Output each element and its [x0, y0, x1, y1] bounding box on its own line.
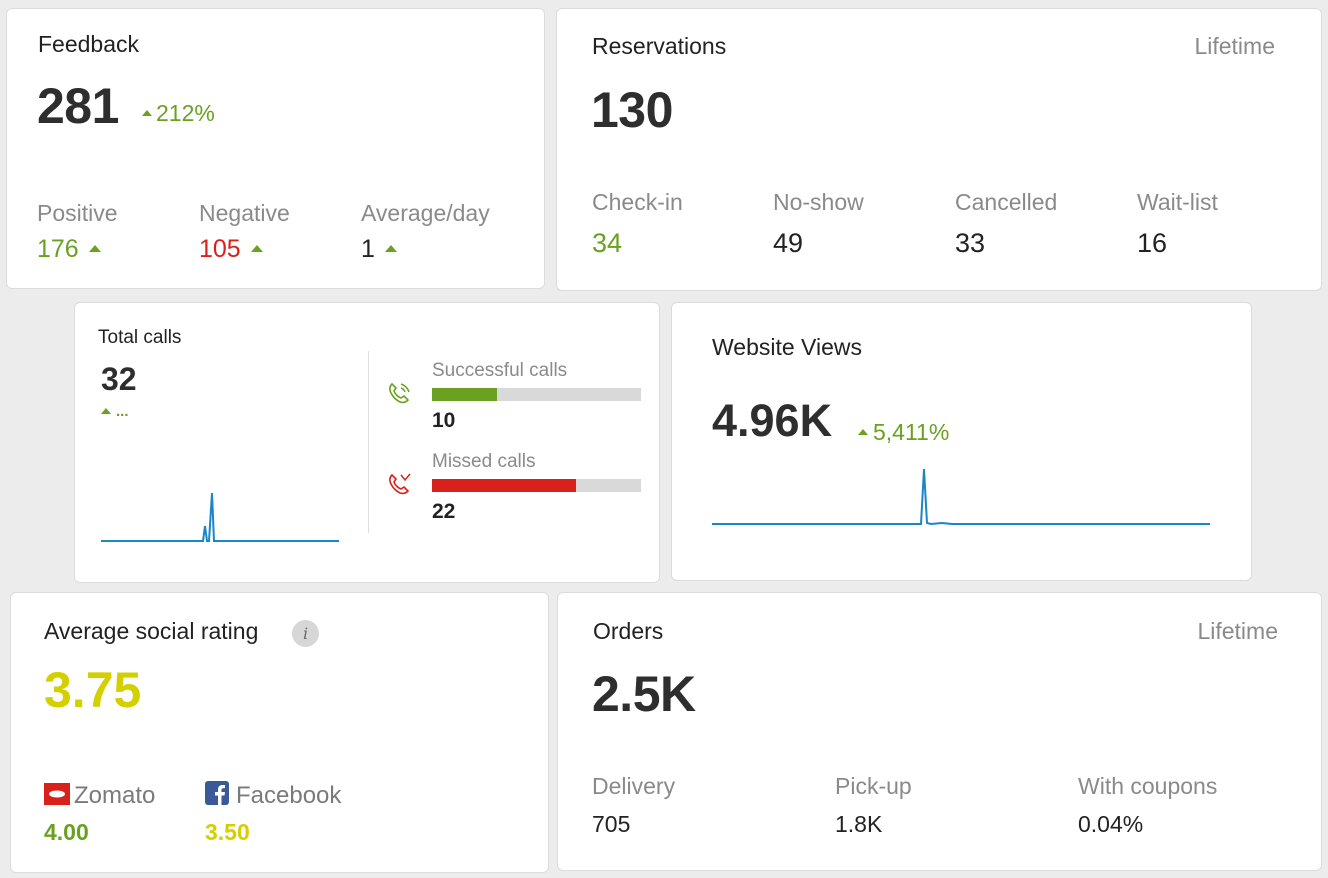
calls-sparkline — [101, 492, 339, 542]
trend-up-icon — [142, 109, 152, 116]
successful-calls-label: Successful calls — [432, 360, 568, 381]
delivery-label: Delivery — [592, 773, 676, 799]
phone-incoming-icon — [389, 382, 410, 404]
positive-value: 176 — [37, 235, 101, 264]
successful-calls-value: 10 — [432, 409, 456, 432]
reservations-total: 130 — [591, 82, 673, 138]
facebook-label: Facebook — [236, 782, 342, 809]
reservations-period: Lifetime — [1194, 33, 1275, 59]
calls-title: Total calls — [98, 327, 182, 348]
website-views-card[interactable]: Website Views 4.96K 5,411% — [671, 302, 1252, 581]
website-views-change: 5,411% — [858, 419, 949, 446]
pickup-label: Pick-up — [835, 773, 912, 799]
trend-up-icon — [101, 407, 111, 414]
zomato-rating: 4.00 — [44, 819, 89, 845]
divider — [368, 351, 369, 533]
orders-card[interactable]: Orders Lifetime 2.5K Delivery 705 Pick-u… — [557, 592, 1322, 871]
average-day-label: Average/day — [361, 200, 490, 226]
reservations-card[interactable]: Reservations Lifetime 130 Check-in 34 No… — [556, 8, 1322, 291]
missed-calls-label: Missed calls — [432, 451, 536, 472]
calls-card[interactable]: Total calls 32 ... Successful calls 10 M… — [74, 302, 660, 583]
missed-calls-bar-fill — [432, 479, 576, 492]
successful-calls-bar-fill — [432, 388, 498, 401]
cancelled-value: 33 — [955, 228, 986, 258]
negative-value: 105 — [199, 235, 263, 264]
orders-period: Lifetime — [1197, 618, 1278, 644]
facebook-rating: 3.50 — [205, 819, 250, 845]
with-coupons-label: With coupons — [1078, 773, 1218, 799]
trend-up-icon — [384, 244, 397, 252]
successful-calls-bar — [432, 388, 641, 401]
waitlist-label: Wait-list — [1137, 189, 1218, 215]
social-rating-card[interactable]: Average social rating i 3.75 Zomato 4.00… — [10, 592, 549, 873]
feedback-title: Feedback — [38, 31, 140, 57]
calls-change: ... — [101, 403, 129, 420]
social-rating-title: Average social rating — [44, 618, 259, 644]
zomato-icon — [44, 783, 70, 805]
reservations-title: Reservations — [592, 33, 727, 59]
calls-total: 32 — [101, 361, 137, 397]
delivery-value: 705 — [592, 811, 631, 837]
average-day-value: 1 — [361, 235, 397, 264]
orders-title: Orders — [593, 618, 664, 644]
phone-missed-icon — [389, 473, 411, 495]
website-views-total: 4.96K — [712, 395, 833, 446]
facebook-icon — [205, 781, 229, 805]
checkin-value: 34 — [592, 228, 623, 258]
orders-total: 2.5K — [592, 666, 696, 722]
noshow-value: 49 — [773, 228, 804, 258]
website-views-sparkline — [712, 468, 1210, 526]
pickup-value: 1.8K — [835, 811, 883, 837]
feedback-change: 212% — [142, 100, 215, 127]
cancelled-label: Cancelled — [955, 189, 1058, 215]
social-rating-value: 3.75 — [44, 662, 142, 718]
zomato-label: Zomato — [74, 782, 156, 809]
feedback-total: 281 — [37, 78, 119, 134]
with-coupons-value: 0.04% — [1078, 811, 1144, 837]
missed-calls-bar — [432, 479, 641, 492]
trend-up-icon — [88, 244, 101, 252]
negative-label: Negative — [199, 200, 290, 226]
feedback-card[interactable]: Feedback 281 212% Positive 176 Negative … — [6, 8, 545, 289]
trend-up-icon — [858, 428, 868, 435]
trend-up-icon — [250, 244, 263, 252]
info-icon[interactable]: i — [292, 620, 319, 647]
noshow-label: No-show — [773, 189, 864, 215]
missed-calls-value: 22 — [432, 500, 456, 523]
checkin-label: Check-in — [592, 189, 683, 215]
positive-label: Positive — [37, 200, 118, 226]
waitlist-value: 16 — [1137, 228, 1168, 258]
website-views-title: Website Views — [712, 334, 862, 360]
